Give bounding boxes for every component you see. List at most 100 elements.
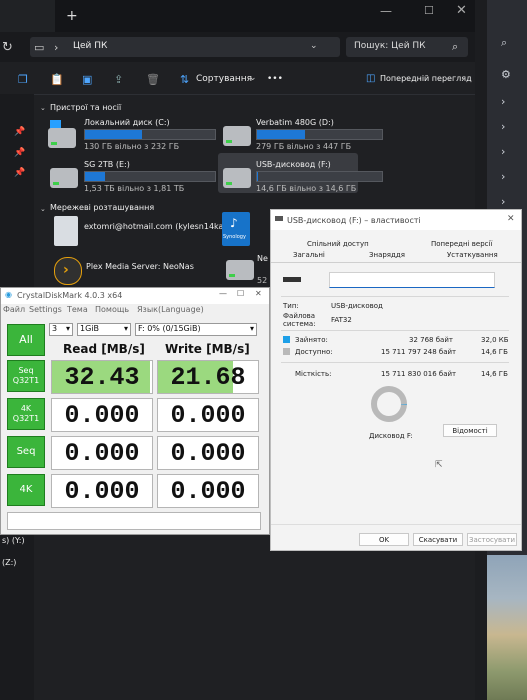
cursor-icon: ⇱ (435, 460, 443, 470)
disk-usage-donut (371, 386, 407, 422)
details-button[interactable]: Відомості (443, 424, 497, 437)
network-item-onedrive[interactable]: extomri@hotmail.com (kylesn14ka) (84, 222, 227, 231)
drive-f-name[interactable]: USB-дисковод (F:) (256, 160, 331, 169)
free-space-swatch (283, 348, 290, 355)
pin-icon: 📌 (14, 127, 26, 137)
network-item-nas[interactable]: Ne (257, 254, 268, 263)
rename-icon[interactable]: ▣ (82, 73, 92, 86)
seq-read: 0.000 (51, 436, 153, 470)
4k-q32t1-button[interactable]: 4K Q32T1 (7, 398, 45, 430)
free-label: Доступно: (295, 348, 333, 356)
used-size: 32,0 КБ (481, 336, 509, 344)
write-header: Write [MB/s] (165, 342, 250, 356)
seq-q32t1-read: 32.43 (51, 360, 153, 394)
size-select[interactable]: 1GiB ▾ (77, 323, 131, 336)
tab-general[interactable]: Загальні (293, 251, 325, 259)
menu-help[interactable]: Помощь (95, 305, 129, 314)
close-icon[interactable]: ✕ (456, 3, 467, 18)
nav-item-y-drive[interactable]: s) (Y:) (2, 536, 25, 545)
filesystem-value: FAT32 (331, 316, 352, 324)
menu-language[interactable]: Язык(Language) (137, 305, 204, 314)
close-icon[interactable]: ✕ (255, 289, 262, 298)
drive-e-name[interactable]: SG 2TB (E:) (84, 160, 130, 169)
drive-select[interactable]: F: 0% (0/15GiB) ▾ (135, 323, 257, 336)
tab-sharing[interactable]: Спільний доступ (307, 240, 369, 248)
delete-icon[interactable]: 🗑 (146, 73, 160, 86)
menu-settings[interactable]: Settings (29, 305, 62, 314)
seq-button[interactable]: Seq (7, 436, 45, 468)
sort-button[interactable]: Сортування (196, 74, 252, 84)
menu-file[interactable]: Файл (3, 305, 25, 314)
divider (281, 362, 509, 363)
drive-c-usage-bar (84, 129, 216, 140)
all-button[interactable]: All (7, 324, 45, 356)
minimize-icon[interactable]: — (219, 289, 227, 298)
drive-c-usage-fill (85, 130, 143, 139)
disk-label: Дисковод F: (369, 432, 413, 440)
cdm-app-icon: ◉ (5, 290, 12, 299)
cancel-button[interactable]: Скасувати (413, 533, 463, 546)
chevron-down-icon[interactable]: ⌄ (249, 73, 257, 83)
4k-button[interactable]: 4K (7, 474, 45, 506)
tab-previous-versions[interactable]: Попередні версії (431, 240, 492, 248)
chevron-right-icon: › (501, 195, 506, 208)
tab-this-pc[interactable] (0, 0, 55, 32)
crystaldiskmark-window: ◉ CrystalDiskMark 4.0.3 x64 — ☐ ✕ Файл S… (0, 287, 270, 535)
chevron-right-icon: › (501, 120, 506, 133)
nav-item-z-drive[interactable]: (Z:) (2, 558, 16, 567)
breadcrumb-this-pc[interactable]: Цей ПК (73, 41, 107, 51)
preview-pane-button[interactable]: Попередній перегляд (380, 74, 472, 83)
seq-q32t1-button[interactable]: Seq Q32T1 (7, 360, 45, 392)
drive-properties-dialog: USB-дисковод (F:) – властивості ✕ Спільн… (270, 209, 522, 551)
chevron-right-icon: › (501, 170, 506, 183)
paste-icon[interactable]: 📋 (50, 73, 64, 86)
apply-button[interactable]: Застосувати (467, 533, 517, 546)
network-item-plex[interactable]: Plex Media Server: NeoNas (86, 262, 194, 271)
free-bytes: 15 711 797 248 байт (381, 348, 457, 356)
capacity-label: Місткість: (295, 370, 332, 378)
minimize-icon[interactable]: — (380, 4, 392, 18)
drive-label-input[interactable] (329, 272, 495, 288)
tab-divider (271, 262, 521, 263)
dialog-title-bar: USB-дисковод (F:) – властивості ✕ (271, 210, 521, 230)
ok-button[interactable]: OK (359, 533, 409, 546)
tab-hardware[interactable]: Устаткування (447, 251, 498, 259)
chevron-down-icon[interactable]: ⌄ (40, 104, 46, 112)
chevron-down-icon: ▾ (249, 324, 254, 333)
maximize-icon[interactable]: ☐ (237, 289, 244, 298)
maximize-icon[interactable]: ☐ (424, 4, 434, 17)
search-icon: ⌕ (501, 36, 508, 49)
more-options-button[interactable]: ••• (267, 74, 283, 84)
tab-tools[interactable]: Знаряддя (369, 251, 405, 259)
monitor-icon: ▭ (34, 41, 45, 54)
dialog-title: USB-дисковод (F:) – властивості (287, 216, 421, 225)
size-value: 1GiB (80, 324, 99, 333)
free-size: 14,6 ГБ (481, 348, 508, 356)
divider (271, 524, 521, 525)
chevron-down-icon: ▾ (65, 324, 70, 333)
drive-c-free: 130 ГБ вільно з 232 ГБ (84, 142, 180, 151)
pin-icon: 📌 (14, 148, 26, 158)
drive-e-usage-fill (85, 172, 105, 181)
runs-value: 3 (52, 324, 58, 333)
drive-d-name[interactable]: Verbatim 480G (D:) (256, 118, 334, 127)
capacity-size: 14,6 ГБ (481, 370, 508, 378)
copy-icon[interactable]: ❐ (18, 73, 28, 86)
menu-theme[interactable]: Тема (67, 305, 88, 314)
refresh-icon[interactable]: ↻ (2, 40, 13, 55)
drive-c-name[interactable]: Локальний диск (C:) (84, 118, 170, 127)
chevron-down-icon[interactable]: ⌄ (40, 205, 46, 213)
share-icon[interactable]: ⇪ (114, 73, 123, 86)
windows-drive-icon (48, 120, 78, 148)
chevron-down-icon[interactable]: ⌄ (310, 41, 318, 51)
new-tab-icon[interactable]: + (66, 8, 78, 24)
preview-pane-icon: ◫ (366, 73, 376, 84)
comment-field[interactable] (7, 512, 261, 530)
4k-q32t1-read-value: 0.000 (64, 401, 140, 430)
drive-d-usage-bar (256, 129, 383, 140)
used-space-swatch (283, 336, 290, 343)
runs-select[interactable]: 3 ▾ (49, 323, 73, 336)
close-icon[interactable]: ✕ (507, 214, 515, 224)
seq-q32t1-write-value: 21.68 (170, 363, 246, 392)
sort-icon: ⇅ (180, 73, 190, 86)
